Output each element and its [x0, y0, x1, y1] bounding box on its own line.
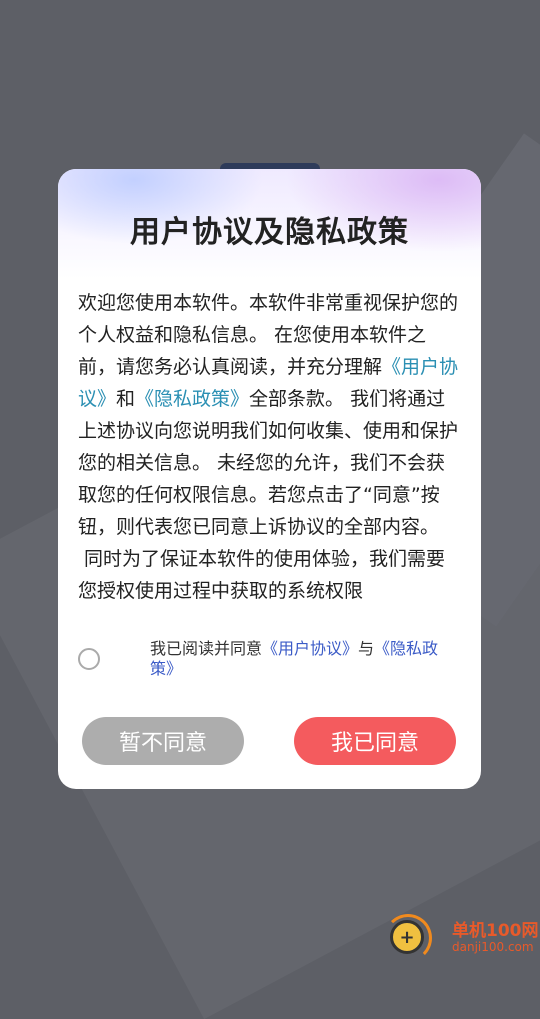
watermark-domain: danji100.com	[452, 940, 534, 954]
consent-text: 我已阅读并同意《用户协议》与《隐私政策》	[150, 639, 460, 679]
privacy-dialog: 用户协议及隐私政策 欢迎您使用本软件。本软件非常重视保护您的个人权益和隐私信息。…	[58, 169, 481, 789]
agreement-paragraph: 欢迎您使用本软件。本软件非常重视保护您的个人权益和隐私信息。 在您使用本软件之前…	[78, 287, 463, 543]
agreement-paragraph-2: 同时为了保证本软件的使用体验，我们需要您授权使用过程中获取的系统权限	[78, 548, 446, 602]
consent-and: 与	[358, 639, 375, 658]
privacy-policy-link[interactable]: 《隐私政策》	[135, 388, 249, 410]
dialog-title: 用户协议及隐私政策	[130, 215, 409, 250]
watermark-name: 单机100网	[452, 921, 539, 941]
consent-prefix: 我已阅读并同意	[150, 639, 263, 658]
and-text: 和	[116, 388, 136, 410]
watermark: + 单机100网 danji100.com	[384, 912, 540, 962]
consent-user-agreement-link[interactable]: 《用户协议》	[262, 639, 358, 658]
disagree-button[interactable]: 暂不同意	[82, 717, 244, 765]
consent-row[interactable]: 我已阅读并同意《用户协议》与《隐私政策》	[76, 639, 466, 683]
agreement-text[interactable]: 欢迎您使用本软件。本软件非常重视保护您的个人权益和隐私信息。 在您使用本软件之前…	[78, 287, 463, 605]
watermark-logo-icon: +	[390, 920, 424, 954]
consent-checkbox[interactable]	[78, 648, 100, 670]
agreement-body: 全部条款。 我们将通过上述协议向您说明我们如何收集、使用和保护您的相关信息。 未…	[78, 388, 459, 538]
agree-button[interactable]: 我已同意	[294, 717, 456, 765]
